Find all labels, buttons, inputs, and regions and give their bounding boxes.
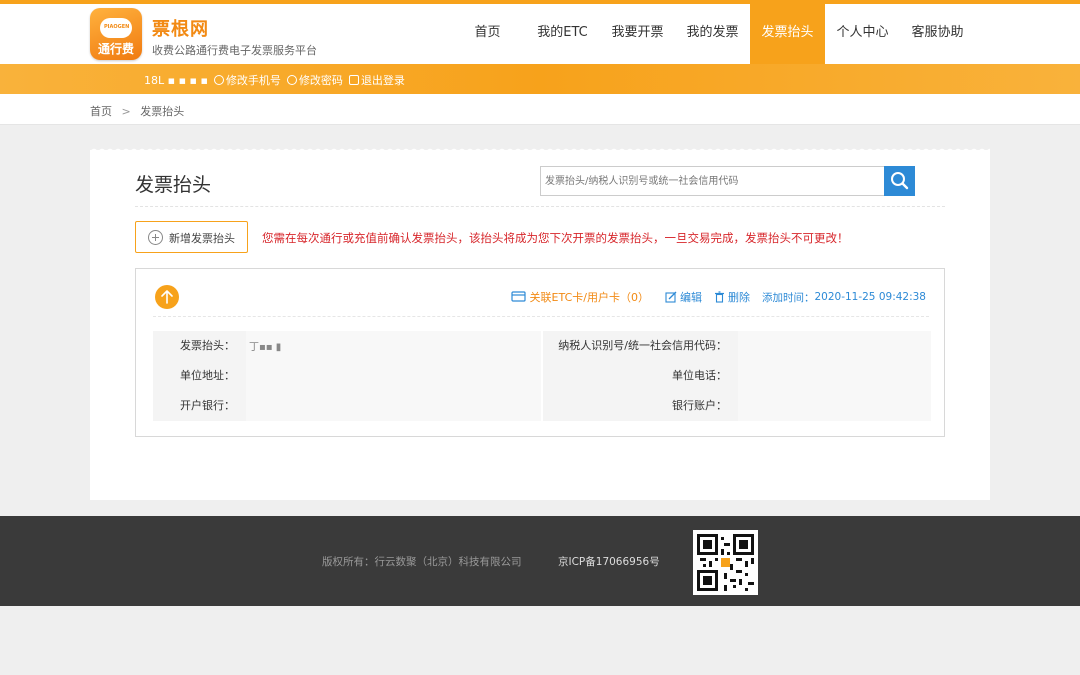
breadcrumb-current: 发票抬头 [140,105,185,118]
invoice-title-label: 发票抬头： [180,339,235,352]
nav-my-etc[interactable]: 我的ETC [525,4,600,64]
brand-subtitle: 收费公路通行费电子发票服务平台 [152,44,317,57]
tax-id-label: 纳税人识别号/统一社会信用代码： [558,339,727,352]
nav-personal-center[interactable]: 个人中心 [825,4,900,64]
added-time-label: 添加时间： [761,291,815,304]
user-bar: 18L ▪ ▪ ▪ ▪ 修改手机号 修改密码 退出登录 [0,64,1080,94]
main-nav: 首页 我的ETC 我要开票 我的发票 发票抬头 个人中心 客服协助 [450,4,975,64]
warning-notice: 您需在每次通行或充值前确认发票抬头，该抬头将成为您下次开票的发票抬头，一旦交易完… [262,231,849,245]
arrow-up-icon [161,290,173,304]
invoice-title-card: 关联ETC卡/用户卡（0） 编辑 删除 添加时间： 2020-11-25 09:… [135,268,945,437]
brand-title[interactable]: 票根网 [152,15,209,41]
invoice-title-value: 丁▪▪ ▮ [249,342,282,353]
invoice-info-table: 发票抬头： 丁▪▪ ▮ 单位地址： 开户银行： 纳税人识别号/统一社会信用代码：… [153,331,931,421]
page-bottom [0,606,1080,675]
change-phone-label: 修改手机号 [225,74,281,87]
edit-icon [665,291,677,303]
search-input[interactable] [541,167,886,195]
change-phone-link[interactable]: 修改手机号 [213,72,281,88]
delete-label: 删除 [727,291,750,304]
logo-tag: PIAOGEN [104,24,130,30]
copyright-text: 版权所有：行云数聚（北京）科技有限公司 [322,556,522,568]
logout-icon [348,75,359,85]
nav-customer-service[interactable]: 客服协助 [900,4,975,64]
add-invoice-title-button[interactable]: 新增发票抬头 [135,221,248,253]
footer: 版权所有：行云数聚（北京）科技有限公司 京ICP备17066956号 [0,516,1080,606]
page-title: 发票抬头 [135,174,212,196]
collapse-button[interactable] [155,285,179,309]
card-divider [153,316,929,317]
main-panel: 发票抬头 新增发票抬头 您需在每次通行或充值前确认发票抬头，该抬头将成为您下次开… [90,146,990,500]
search-button[interactable] [884,166,915,196]
logout-label: 退出登录 [360,74,405,87]
info-right-values-bg [738,331,931,421]
bank-label: 开户银行： [180,399,235,412]
added-time-value: 2020-11-25 09:42:38 [814,291,926,303]
nav-home[interactable]: 首页 [450,4,525,64]
phone-icon [213,75,224,85]
plus-circle-icon [148,230,163,245]
breadcrumb-home[interactable]: 首页 [90,105,112,118]
search-box [540,166,915,196]
breadcrumb: 首页 > 发票抬头 [90,103,184,119]
phone-label: 单位电话： [672,369,727,382]
edit-label: 编辑 [679,291,702,304]
add-button-label: 新增发票抬头 [169,232,235,245]
account-label: 银行账户： [672,399,727,412]
trash-icon [714,291,724,303]
qr-code-image [697,534,754,591]
breadcrumb-bar: 首页 > 发票抬头 [0,94,1080,125]
nav-request-invoice[interactable]: 我要开票 [600,4,675,64]
nav-invoice-title[interactable]: 发票抬头 [750,4,825,64]
logo-text: 通行费 [97,42,134,56]
logo[interactable]: PIAOGEN 通行费 [90,8,142,60]
linked-cards-label: 关联ETC卡/用户卡（0） [529,291,649,304]
lock-icon [286,75,297,85]
divider [135,206,945,207]
logout-link[interactable]: 退出登录 [348,72,405,88]
icp-link[interactable]: 京ICP备17066956号 [558,554,660,569]
change-password-link[interactable]: 修改密码 [286,72,343,88]
delete-link[interactable]: 删除 [714,289,750,305]
header: PIAOGEN 通行费 票根网 收费公路通行费电子发票服务平台 首页 我的ETC… [0,4,1080,64]
address-label: 单位地址： [180,369,235,382]
search-icon [891,172,909,190]
linked-cards-link[interactable]: 关联ETC卡/用户卡（0） [510,289,649,305]
change-password-label: 修改密码 [298,74,343,87]
nav-my-invoices[interactable]: 我的发票 [675,4,750,64]
breadcrumb-separator: > [121,105,131,118]
info-left-values-bg [246,331,541,421]
edit-link[interactable]: 编辑 [665,289,702,305]
panel-scalloped-edge [90,146,990,152]
card-actions: 关联ETC卡/用户卡（0） 编辑 删除 添加时间： 2020-11-25 09:… [510,289,926,305]
user-phone: 18L ▪ ▪ ▪ ▪ [144,73,208,87]
qr-code [693,530,758,595]
card-icon [510,291,526,302]
